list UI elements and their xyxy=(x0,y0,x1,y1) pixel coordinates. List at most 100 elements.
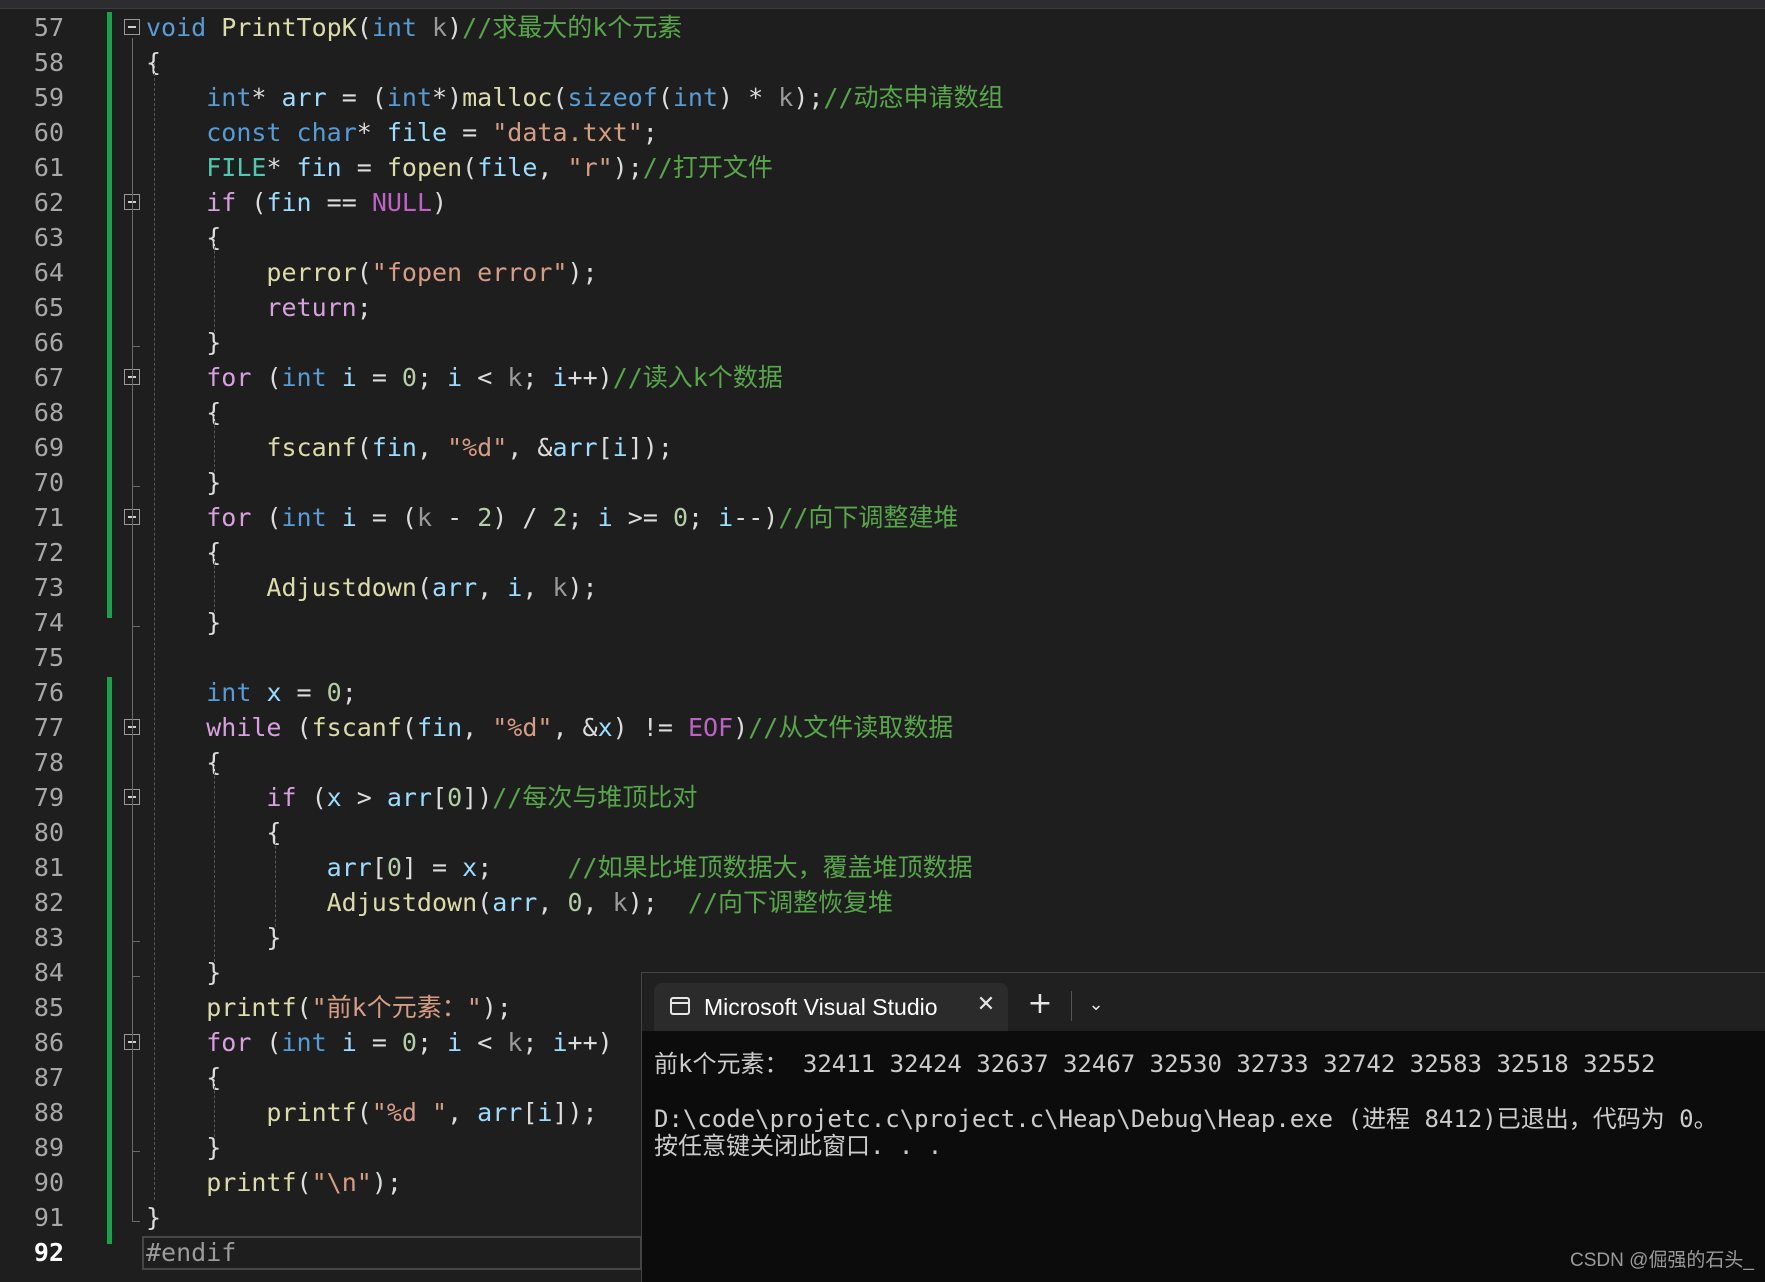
code-token: k xyxy=(778,83,794,112)
chevron-down-icon[interactable]: ⌄ xyxy=(1078,987,1114,1023)
code-token: ; xyxy=(416,1028,448,1057)
code-token: ( xyxy=(251,363,282,392)
code-token: { xyxy=(146,223,222,252)
code-token: "%d " xyxy=(371,1098,448,1127)
code-token: i xyxy=(341,503,357,532)
line-number: 71 xyxy=(33,503,64,532)
code-token: } xyxy=(146,1133,222,1162)
code-token: ; xyxy=(416,363,448,392)
code-token: file xyxy=(386,118,448,147)
code-token: = ( xyxy=(326,83,387,112)
watermark: CSDN @倔强的石头_ xyxy=(1570,1250,1754,1271)
code-token: 0 xyxy=(447,783,463,812)
code-token: arr xyxy=(326,853,372,882)
close-tab-button[interactable]: ✕ xyxy=(972,991,1000,1019)
code-token: Adjustdown xyxy=(266,573,417,602)
code-token: "fopen error" xyxy=(371,258,568,287)
code-line: int x = 0; xyxy=(146,675,357,710)
code-token: = xyxy=(341,153,387,182)
code-line: FILE* fin = fopen(file, "r");//打开文件 xyxy=(146,150,773,185)
code-token: 2 xyxy=(552,503,568,532)
line-number: 72 xyxy=(33,538,64,567)
code-token: } xyxy=(146,328,222,357)
line-number: 84 xyxy=(33,958,64,987)
code-line: Adjustdown(arr, 0, k); //向下调整恢复堆 xyxy=(146,885,893,920)
line-number: 64 xyxy=(33,258,64,287)
code-token: ) * xyxy=(718,83,779,112)
code-line: printf("\n"); xyxy=(146,1165,402,1200)
line-number: 88 xyxy=(33,1098,64,1127)
code-token: ( xyxy=(356,1098,372,1127)
code-token: ( xyxy=(552,83,568,112)
line-number: 82 xyxy=(33,888,64,917)
code-token: int xyxy=(672,83,719,112)
line-number: 87 xyxy=(33,1063,64,1092)
code-token: "data.txt" xyxy=(492,118,643,147)
line-number: 77 xyxy=(33,713,64,742)
line-number: 91 xyxy=(33,1203,64,1232)
line-number: 58 xyxy=(33,48,64,77)
code-token: } xyxy=(146,1203,162,1232)
code-token: for xyxy=(206,1028,252,1057)
outline-end xyxy=(132,626,140,627)
console-output-line: 前k个元素： 32411 32424 32637 32467 32530 327… xyxy=(654,1050,1656,1078)
code-token: 0 xyxy=(672,503,688,532)
code-line: for (int i = 0; i < k; i++) xyxy=(146,1025,612,1060)
code-token: , xyxy=(416,433,448,462)
code-token: for xyxy=(206,363,252,392)
new-tab-button[interactable]: + xyxy=(1022,987,1058,1023)
code-token: ; xyxy=(356,293,372,322)
code-token: PrintTopK xyxy=(221,13,357,42)
code-token: int xyxy=(371,13,417,42)
code-line: if (fin == NULL) xyxy=(146,185,447,220)
indent-guide xyxy=(154,62,155,1200)
console-tab[interactable]: Microsoft Visual Studio ✕ xyxy=(654,983,1008,1031)
code-token: ] = xyxy=(401,853,463,882)
code-token: * xyxy=(251,83,282,112)
change-indicator-bar xyxy=(107,677,112,1244)
code-token: printf xyxy=(206,993,297,1022)
collapse-toggle-icon[interactable] xyxy=(124,19,140,35)
code-token: ) xyxy=(733,713,749,742)
code-token: int xyxy=(206,83,252,112)
code-token: ); xyxy=(371,1168,402,1197)
code-token: char xyxy=(296,118,357,147)
code-token: k xyxy=(612,888,628,917)
code-token: , xyxy=(477,573,508,602)
code-token: fin xyxy=(296,153,342,182)
code-token: --) xyxy=(733,503,779,532)
code-token: i xyxy=(507,573,523,602)
titlebar-divider xyxy=(1071,991,1072,1021)
code-token: int xyxy=(281,1028,327,1057)
line-number: 63 xyxy=(33,223,64,252)
line-number: 85 xyxy=(33,993,64,1022)
outline-line xyxy=(132,213,133,346)
code-token: [ xyxy=(597,433,613,462)
line-number: 57 xyxy=(33,13,64,42)
code-token: //动态申请数组 xyxy=(823,83,1004,112)
code-token: ( xyxy=(356,258,372,287)
line-number: 69 xyxy=(33,433,64,462)
code-token: i xyxy=(341,363,357,392)
console-window[interactable]: Microsoft Visual Studio ✕ + ⌄ 前k个元素： 324… xyxy=(641,972,1765,1282)
code-token: printf xyxy=(206,1168,297,1197)
code-token: i xyxy=(447,1028,463,1057)
code-line: } xyxy=(146,1200,161,1235)
code-token: [ xyxy=(371,853,387,882)
code-token: k xyxy=(507,1028,523,1057)
code-token: } xyxy=(146,958,222,987)
code-token: //每次与堆顶比对 xyxy=(492,783,698,812)
code-line: int* arr = (int*)malloc(sizeof(int) * k)… xyxy=(146,80,1004,115)
code-line: } xyxy=(146,955,221,990)
code-token: ); xyxy=(612,153,643,182)
code-token: *) xyxy=(432,83,463,112)
outline-end xyxy=(132,486,140,487)
code-token: i xyxy=(552,363,568,392)
code-token: i xyxy=(718,503,734,532)
code-token: ; xyxy=(522,1028,553,1057)
